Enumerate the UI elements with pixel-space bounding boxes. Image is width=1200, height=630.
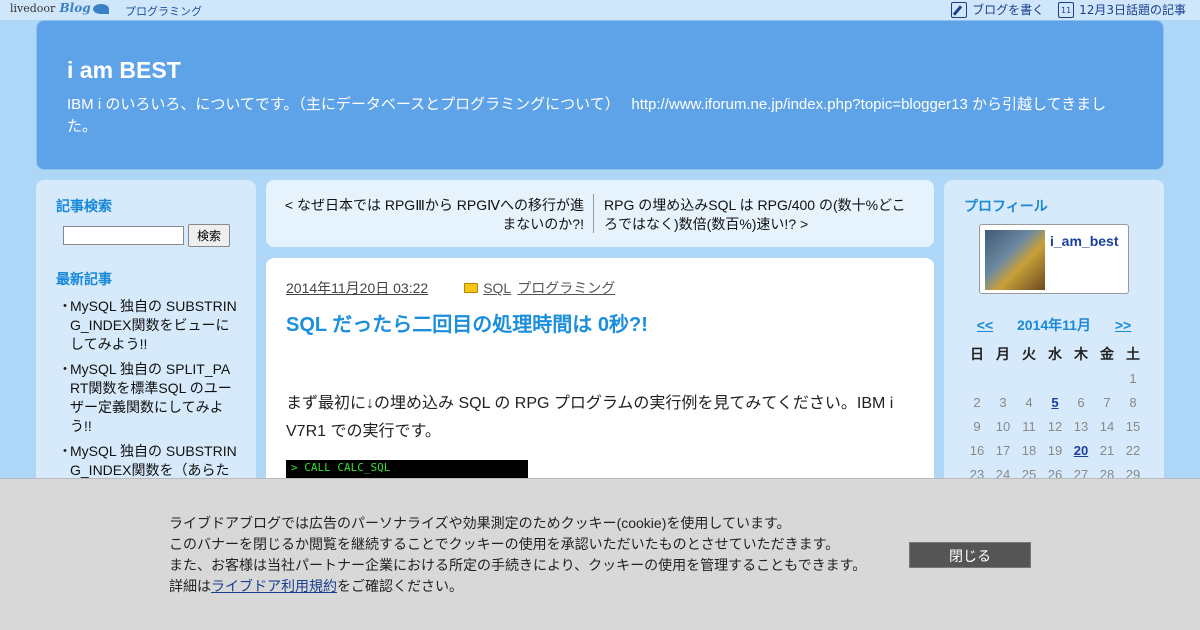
pen-icon — [951, 1, 968, 18]
blog-header: i am BEST IBM i のいろいろ、についてです。（主にデータベースとプ… — [36, 20, 1164, 170]
weekday-label: 土 — [1126, 346, 1140, 362]
calendar-week: 1 — [964, 366, 1146, 390]
article-body: まず最初に↓の埋め込み SQL の RPG プログラムの実行例を見てみてください… — [286, 395, 894, 440]
cookie-banner: ライブドアブログでは広告のパーソナライズや効果測定のためクッキー(cookie)… — [0, 478, 1200, 630]
search-button[interactable]: 検索 — [188, 224, 230, 247]
calendar-header: << 2014年11月 >> — [944, 315, 1164, 335]
article-date[interactable]: 2014年11月20日 03:22 — [286, 278, 428, 298]
console-line: > CALL CALC_SQL — [291, 461, 391, 474]
search-input[interactable] — [63, 226, 184, 245]
calendar-week: 16 17 18 19 20 21 22 — [964, 438, 1146, 462]
profile-name[interactable]: i_am_best — [1050, 233, 1118, 249]
list-item: ・ MySQL 独自の SUBSTRING_INDEX関数を（あらた — [58, 442, 240, 480]
calendar-day[interactable]: 5 — [1042, 390, 1068, 414]
weekday-label: 金 — [1100, 346, 1114, 362]
profile-card[interactable]: i_am_best — [979, 224, 1129, 294]
category-link-programming[interactable]: プログラミング — [517, 278, 615, 298]
calendar-day: 22 — [1125, 442, 1141, 458]
next-article-link[interactable]: RPG の埋め込みSQL は RPG/400 の(数十%どころではなく)数倍(数… — [604, 196, 914, 234]
calendar-day: 6 — [1077, 394, 1085, 410]
cookie-line: 詳細はライブドア利用規約をご確認ください。 — [169, 578, 463, 594]
profile-heading: プロフィール — [964, 198, 1048, 214]
search-heading: 記事検索 — [56, 198, 112, 214]
recent-link[interactable]: MySQL 独自の SPLIT_PART関数を標準SQL のユーザー定義関数にし… — [70, 360, 240, 436]
top-category-link[interactable]: プログラミング — [125, 3, 202, 19]
calendar-month: 2014年11月 — [1017, 317, 1091, 333]
article-title[interactable]: SQL だったら二回目の処理時間は 0秒?! — [286, 308, 648, 337]
calendar-next[interactable]: >> — [1115, 317, 1131, 333]
calendar-day: 8 — [1129, 394, 1137, 410]
calendar-week: 9 10 11 12 13 14 15 — [964, 414, 1146, 438]
weekday-label: 水 — [1048, 346, 1062, 362]
terms-link[interactable]: ライブドア利用規約 — [211, 578, 337, 594]
weekday-label: 木 — [1074, 346, 1088, 362]
calendar-day — [1042, 366, 1068, 390]
livedoor-blog-logo[interactable]: livedoor Blog — [10, 1, 109, 15]
article-meta: 2014年11月20日 03:22 SQL プログラミング — [286, 278, 621, 298]
calendar-icon: 11 — [1058, 1, 1075, 18]
cookie-line: また、お客様は当社パートナー企業における所定の手続きにより、クッキーの使用を管理… — [169, 557, 867, 573]
write-blog-label: ブログを書く — [972, 3, 1045, 17]
calendar-prev[interactable]: << — [977, 317, 993, 333]
calendar-day: 7 — [1103, 394, 1111, 410]
calendar-day: 12 — [1047, 418, 1063, 434]
calendar-week: 2 3 456 7 8 — [964, 390, 1146, 414]
recent-list: ・ MySQL 独自の SUBSTRING_INDEX関数をビューにしてみよう!!… — [58, 297, 240, 486]
recent-heading: 最新記事 — [56, 271, 112, 287]
logo-blog-text: Blog — [59, 1, 91, 15]
calendar-day: 21 — [1099, 442, 1115, 458]
top-bar: livedoor Blog プログラミング ブログを書く 11 12月3日話題の… — [0, 0, 1200, 20]
blog-description: IBM i のいろいろ、についてです。（主にデータベースとプログラミングについて… — [67, 96, 1107, 135]
recent-link[interactable]: MySQL 独自の SUBSTRING_INDEX関数を（あらた — [70, 442, 240, 480]
blog-title[interactable]: i am BEST — [67, 57, 181, 84]
calendar-day: 9 — [973, 418, 981, 434]
topic-today-link[interactable]: 11 12月3日話題の記事 — [1058, 1, 1186, 18]
feather-icon — [92, 3, 109, 14]
list-item: ・ MySQL 独自の SPLIT_PART関数を標準SQL のユーザー定義関数に… — [58, 360, 240, 436]
cookie-line: このバナーを閉じるか閲覧を継続することでクッキーの使用を承認いただいたものとさせ… — [169, 536, 840, 552]
logo-livedoor-text: livedoor — [10, 2, 56, 15]
weekday-label: 火 — [1022, 346, 1036, 362]
calendar-day: 4 — [1025, 394, 1033, 410]
category-link-sql[interactable]: SQL — [483, 280, 511, 296]
calendar-day — [1094, 366, 1120, 390]
calendar-day[interactable]: 20 — [1068, 438, 1094, 462]
calendar-day: 16 — [969, 442, 985, 458]
calendar-day: 19 — [1047, 442, 1063, 458]
cookie-line: ライブドアブログでは広告のパーソナライズや効果測定のためクッキー(cookie)… — [169, 515, 791, 531]
calendar-day: 14 — [1099, 418, 1115, 434]
recent-link[interactable]: MySQL 独自の SUBSTRING_INDEX関数をビューにしてみよう!! — [70, 297, 240, 354]
calendar-day: 1 — [1129, 370, 1137, 386]
close-banner-button[interactable]: 閉じる — [909, 542, 1031, 568]
topic-today-label: 12月3日話題の記事 — [1079, 3, 1186, 17]
cookie-text: ライブドアブログでは広告のパーソナライズや効果測定のためクッキー(cookie)… — [169, 513, 866, 597]
nav-divider — [593, 194, 594, 233]
calendar-day: 11 — [1022, 418, 1036, 434]
calendar: 日 月 火 水 木 金 土 1 2 3 4 5 6 7 8 9 10 11 12 13 14 15 16 17 1… — [964, 342, 1146, 486]
calendar-day: 15 — [1125, 418, 1141, 434]
top-right-links: ブログを書く 11 12月3日話題の記事 — [951, 1, 1186, 18]
list-item: ・ MySQL 独自の SUBSTRING_INDEX関数をビューにしてみよう!! — [58, 297, 240, 354]
prev-article-link[interactable]: < なぜ日本では RPGⅢから RPGⅣへの移行が進まないのか?! — [279, 196, 584, 234]
calendar-day: 18 — [1021, 442, 1037, 458]
calendar-day — [1016, 366, 1042, 390]
calendar-day — [1068, 366, 1094, 390]
calendar-day: 2 — [973, 394, 981, 410]
calendar-day — [990, 366, 1016, 390]
article-nav: < なぜ日本では RPGⅢから RPGⅣへの移行が進まないのか?! RPG の埋… — [266, 180, 934, 247]
calendar-day: 10 — [995, 418, 1011, 434]
calendar-day: 13 — [1073, 418, 1089, 434]
calendar-day — [964, 366, 990, 390]
folder-icon — [464, 283, 479, 293]
weekday-label: 日 — [970, 346, 984, 362]
avatar[interactable] — [985, 230, 1045, 290]
calendar-day: 3 — [999, 394, 1007, 410]
calendar-day: 17 — [995, 442, 1011, 458]
write-blog-link[interactable]: ブログを書く — [951, 1, 1044, 18]
weekday-label: 月 — [996, 346, 1010, 362]
